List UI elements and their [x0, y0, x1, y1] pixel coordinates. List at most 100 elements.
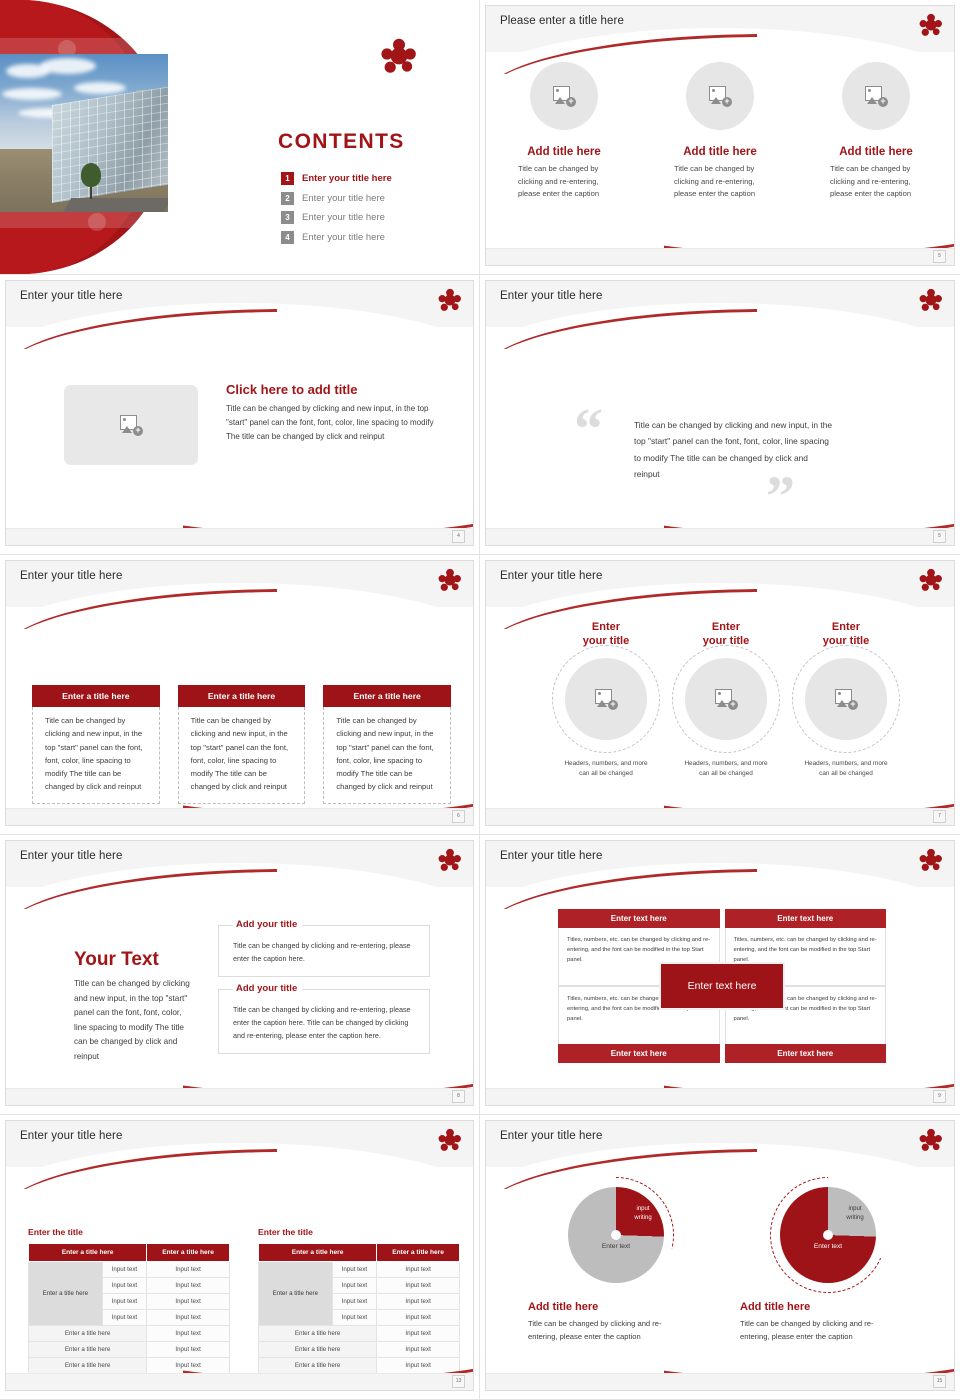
quadrant-bar: Enter text here	[724, 909, 886, 928]
contents-item-3[interactable]: 3 Enter your title here	[281, 211, 392, 224]
column-body: Title can be changed by clicking and re-…	[518, 164, 600, 199]
image-placeholder-circle[interactable]: +	[805, 657, 887, 740]
slide-canvas: Enter your title here Enter text here Ti…	[485, 840, 955, 1106]
slide-footer-band	[486, 1373, 954, 1390]
table-cell: Input text	[146, 1309, 230, 1326]
table-caption: Enter the title	[258, 1227, 313, 1237]
slide-pie-charts[interactable]: Enter your title here input writing Ente…	[480, 1115, 960, 1400]
pie-chart-row: input writing Enter text Add title here …	[528, 1177, 924, 1344]
pie-slice-label: input writing	[634, 1206, 652, 1221]
slide-footer-band	[6, 528, 473, 545]
slide-title: Enter your title here	[500, 570, 603, 582]
image-placeholder-box[interactable]: +	[64, 385, 198, 465]
contents-item-2[interactable]: 2 Enter your title here	[281, 191, 392, 205]
flower-logo-icon	[919, 288, 942, 311]
flower-logo-icon	[919, 1128, 942, 1151]
image-placeholder-circle[interactable]: +	[565, 657, 647, 740]
slide-quote[interactable]: Enter your title here “ Title can be cha…	[480, 275, 960, 555]
contents-number: 3	[281, 211, 294, 224]
cover-photo	[0, 54, 168, 212]
photo-building-facade-grid	[52, 85, 168, 203]
box-heading: Add your title	[233, 982, 303, 994]
circle-column[interactable]: + Add title here Title can be changed by…	[642, 62, 798, 201]
table-row-label: Enter a title here	[27, 1325, 148, 1342]
card[interactable]: Enter a title here Title can be changed …	[32, 685, 160, 804]
slide-canvas: Enter your title here Enter the title En…	[5, 1120, 474, 1391]
slide-footer-band	[486, 1088, 954, 1105]
box-body: Title can be changed by clicking and re-…	[233, 941, 411, 963]
card[interactable]: Enter a title here Title can be changed …	[323, 685, 452, 804]
column-body: Title can be changed by clicking and re-…	[674, 164, 756, 199]
photo-path	[63, 198, 168, 212]
slide-image-text[interactable]: Enter your title here + Click here to ad…	[0, 275, 480, 555]
table-cell: Input text	[146, 1325, 230, 1342]
slide-body: Enter a title here Title can be changed …	[6, 607, 473, 807]
circle-column[interactable]: + Add title here Title can be changed by…	[486, 62, 642, 201]
slide-deck: CONTENTS 1 Enter your title here 2 Enter…	[0, 0, 960, 1400]
photo-cloud	[74, 82, 126, 94]
pie-chart-1: input writing Enter text	[550, 1177, 690, 1291]
photo-tree	[80, 163, 101, 200]
slide-canvas: Enter your title here Your Text Title ca…	[5, 840, 474, 1106]
image-placeholder-circle[interactable]: +	[842, 62, 910, 130]
slide-canvas: Enter your title here Enter a title here…	[5, 560, 474, 826]
table-cell: Input text	[376, 1309, 460, 1326]
flower-logo-icon	[919, 848, 942, 871]
table-cell: Input text	[376, 1277, 460, 1294]
table-cell: Input text	[101, 1277, 148, 1294]
ring-column[interactable]: Enter your title + Headers, numbers, and…	[546, 621, 666, 779]
slide-your-text[interactable]: Enter your title here Your Text Title ca…	[0, 835, 480, 1115]
page-number: 6	[452, 810, 465, 823]
image-placeholder-circle[interactable]: +	[686, 62, 754, 130]
slide-cover[interactable]: CONTENTS 1 Enter your title here 2 Enter…	[0, 0, 480, 275]
slide-title: Enter your title here	[20, 1130, 123, 1142]
center-callout[interactable]: Enter text here	[659, 962, 785, 1010]
table-row: Enter a title here Input text	[257, 1325, 460, 1342]
table-row: Enter a title here Input text Input text	[28, 1261, 230, 1326]
circle-column[interactable]: + Add title here Title can be changed by…	[798, 62, 954, 201]
card[interactable]: Enter a title here Title can be changed …	[177, 685, 306, 804]
slide-title: Please enter a title here	[500, 15, 624, 27]
ring-column[interactable]: Enter your title + Headers, numbers, and…	[666, 621, 786, 779]
contents-item-1[interactable]: 1 Enter your title here	[281, 172, 392, 185]
page-number: 5	[933, 250, 946, 263]
column-body: Title can be changed by clicking and re-…	[830, 164, 912, 199]
table-cell: Input text	[101, 1293, 148, 1310]
table-row-label: Enter a title here	[27, 1357, 148, 1374]
photo-building-main	[52, 85, 168, 203]
table-group-label: Enter a title here	[258, 1261, 333, 1326]
pie-chart-block[interactable]: input writing Enter text Add title here …	[740, 1177, 924, 1344]
pie-chart-block[interactable]: input writing Enter text Add title here …	[528, 1177, 712, 1344]
slide-footer-band	[486, 528, 954, 545]
box-body: Title can be changed by clicking and re-…	[233, 1004, 411, 1040]
ring-column[interactable]: Enter your title + Headers, numbers, and…	[786, 621, 906, 779]
pie-center-hub	[823, 1230, 833, 1240]
slide-tables[interactable]: Enter your title here Enter the title En…	[0, 1115, 480, 1400]
slide-title: Enter your title here	[20, 850, 123, 862]
bordered-box[interactable]: Add your title Title can be changed by c…	[218, 982, 430, 1054]
slide-three-cards[interactable]: Enter your title here Enter a title here…	[0, 555, 480, 835]
page-number: 9	[933, 1090, 946, 1103]
table-cell: Input text	[146, 1293, 230, 1310]
slide-title: Enter your title here	[500, 1130, 603, 1142]
chart-heading: Add title here	[528, 1301, 599, 1313]
slide-four-boxes[interactable]: Enter your title here Enter text here Ti…	[480, 835, 960, 1115]
slide-body: Enter text here Titles, numbers, etc. ca…	[486, 887, 954, 1087]
image-placeholder-circle[interactable]: +	[530, 62, 598, 130]
contents-item-4[interactable]: 4 Enter your title here	[281, 230, 392, 244]
page-number: 8	[452, 1090, 465, 1103]
image-placeholder-circle[interactable]: +	[685, 657, 767, 740]
table-cell: Input text	[331, 1277, 378, 1294]
ring-heading: Enter your title	[702, 621, 750, 647]
table-cell: Input text	[146, 1277, 230, 1294]
slide-three-circles[interactable]: Please enter a title here + Add title he…	[480, 0, 960, 275]
cover-band-top	[0, 38, 168, 54]
table-header-row: Enter a title here Enter a title here	[257, 1243, 460, 1262]
bordered-box[interactable]: Add your title Title can be changed by c…	[218, 919, 430, 977]
slide-ring-circles[interactable]: Enter your title here Enter your title +	[480, 555, 960, 835]
column-heading: Add title here	[839, 146, 913, 158]
chart-body: Title can be changed by clicking and re-…	[528, 1319, 662, 1341]
table-row-label: Enter a title here	[27, 1341, 148, 1358]
quadrant-bar: Enter text here	[558, 1044, 720, 1063]
image-placeholder-icon: +	[553, 86, 576, 107]
